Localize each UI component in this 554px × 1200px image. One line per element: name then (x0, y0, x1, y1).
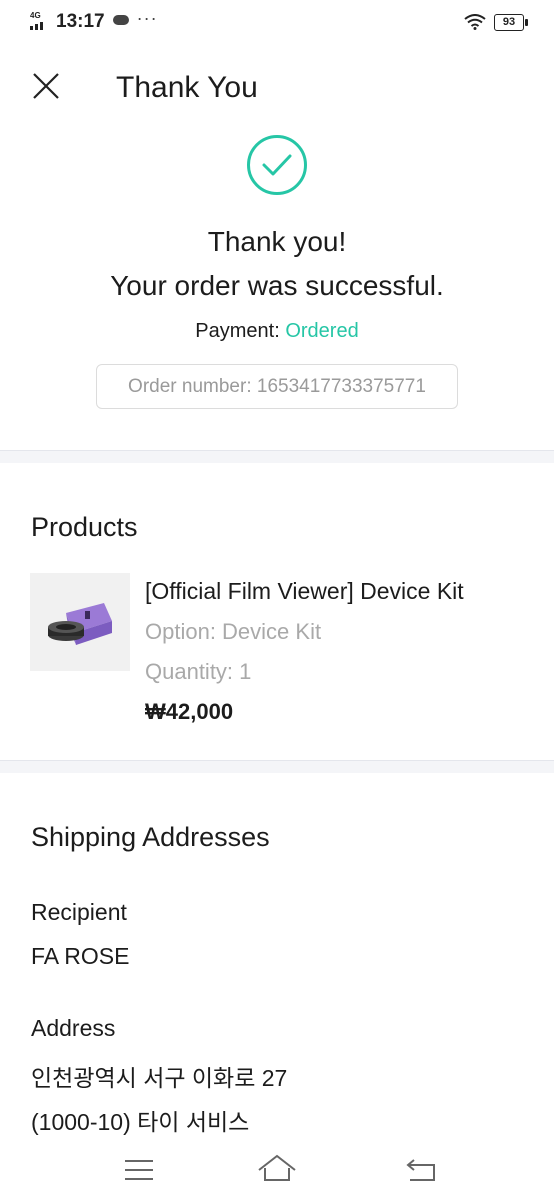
address-label: Address (31, 1015, 116, 1041)
status-right: 93 (464, 13, 528, 31)
products-title: Products (31, 512, 138, 542)
menu-icon[interactable] (117, 1150, 161, 1190)
cloud-icon (112, 15, 129, 25)
product-price: ₩42,000 (145, 699, 234, 724)
product-option: Option: Device Kit (145, 619, 322, 644)
order-number-box[interactable]: Order number: 1653417733375771 (96, 364, 458, 409)
back-icon[interactable] (400, 1150, 444, 1190)
address-line-1: 인천광역시 서구 이화로 27 (31, 1065, 288, 1091)
address-line-2: (1000-10) 타이 서비스 (31, 1109, 250, 1135)
payment-label: Payment: (195, 320, 286, 342)
network-type: 4G (30, 11, 41, 20)
home-icon[interactable] (255, 1150, 299, 1190)
product-image (48, 603, 112, 645)
status-bar: 4G 13:17 ··· 93 (0, 0, 554, 44)
battery-level: 93 (502, 16, 516, 28)
payment-status-row: Payment: Ordered (0, 320, 554, 343)
signal-icon: 4G (30, 11, 48, 31)
battery-icon: 93 (494, 13, 528, 31)
close-icon[interactable] (30, 70, 62, 102)
page-title: Thank You (116, 71, 258, 104)
status-left: 4G 13:17 ··· (30, 7, 158, 33)
recipient-value: FA ROSE (31, 943, 130, 969)
more-notifications-icon: ··· (136, 7, 158, 28)
success-line-2: Your order was successful. (110, 270, 444, 301)
recipient-label: Recipient (31, 899, 127, 925)
payment-status: Ordered (285, 320, 359, 342)
section-divider (0, 450, 554, 463)
check-circle-icon (247, 135, 307, 195)
section-divider (0, 760, 554, 773)
wifi-icon (464, 14, 486, 30)
product-thumbnail[interactable] (30, 573, 130, 671)
product-quantity: Quantity: 1 (145, 659, 252, 684)
status-time: 13:17 (56, 11, 105, 32)
order-number: Order number: 1653417733375771 (128, 375, 426, 397)
shipping-title: Shipping Addresses (31, 822, 270, 852)
success-line-1: Thank you! (207, 226, 347, 257)
success-message: Thank you! Your order was successful. (0, 220, 554, 308)
system-nav-bar (0, 1140, 554, 1200)
product-name[interactable]: [Official Film Viewer] Device Kit (145, 578, 464, 605)
